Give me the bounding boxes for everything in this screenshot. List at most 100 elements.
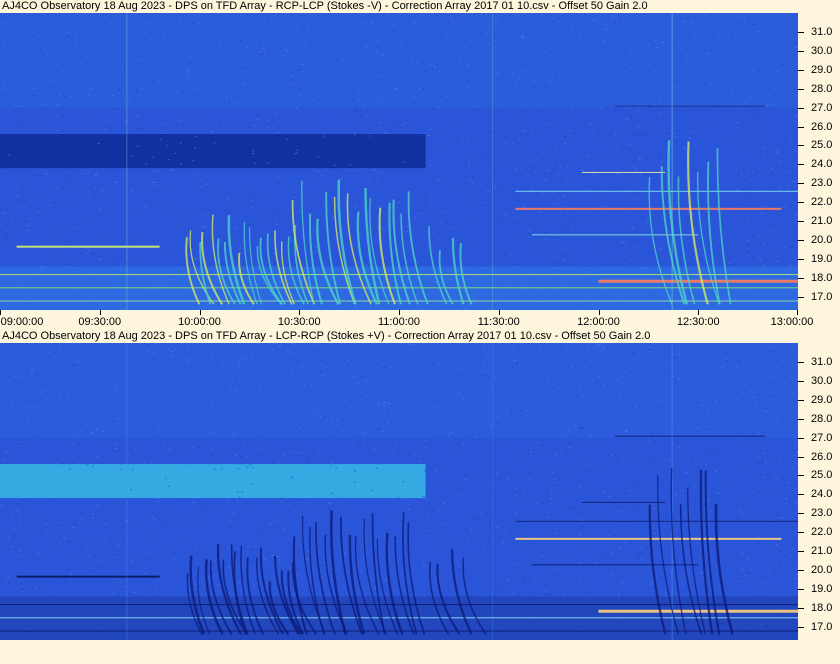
- noise-speck: [268, 529, 271, 531]
- noise-speck: [78, 476, 81, 477]
- noise-speck: [19, 513, 22, 515]
- noise-speck: [210, 193, 213, 194]
- rfi-line: [515, 207, 782, 210]
- noise-speck: [564, 60, 567, 62]
- noise-speck: [439, 436, 442, 438]
- noise-speck: [103, 146, 106, 148]
- noise-speck: [76, 389, 78, 390]
- noise-speck: [113, 390, 116, 392]
- noise-speck: [791, 548, 794, 550]
- noise-speck: [34, 149, 37, 151]
- noise-speck: [292, 352, 295, 354]
- noise-speck: [742, 392, 745, 394]
- noise-speck: [532, 44, 535, 46]
- noise-speck: [685, 218, 688, 220]
- noise-speck: [153, 540, 156, 542]
- noise-speck: [291, 84, 294, 86]
- noise-speck: [629, 215, 632, 217]
- noise-speck: [579, 534, 582, 536]
- noise-speck: [743, 195, 745, 197]
- noise-speck: [650, 432, 653, 434]
- noise-speck: [405, 229, 407, 231]
- noise-speck: [321, 131, 324, 133]
- noise-speck: [31, 368, 33, 369]
- noise-speck: [429, 204, 432, 206]
- noise-speck: [655, 459, 658, 461]
- noise-speck: [478, 90, 481, 92]
- noise-speck: [735, 381, 738, 383]
- noise-speck: [518, 192, 520, 194]
- noise-speck: [494, 186, 496, 188]
- noise-speck: [183, 519, 186, 521]
- noise-speck: [36, 374, 39, 376]
- noise-speck: [123, 425, 126, 427]
- noise-speck: [367, 33, 370, 35]
- noise-speck: [687, 571, 689, 573]
- noise-speck: [741, 133, 744, 135]
- noise-speck: [794, 46, 797, 48]
- noise-speck: [195, 258, 198, 260]
- noise-speck: [200, 179, 203, 181]
- noise-speck: [225, 98, 228, 100]
- noise-speck: [664, 356, 667, 358]
- noise-speck: [683, 20, 686, 22]
- noise-speck: [89, 195, 91, 197]
- noise-speck: [573, 223, 576, 224]
- noise-speck: [729, 262, 731, 264]
- noise-speck: [2, 167, 5, 169]
- noise-speck: [443, 502, 446, 504]
- noise-speck: [38, 174, 41, 176]
- noise-speck: [227, 452, 230, 453]
- noise-speck: [210, 75, 212, 77]
- noise-speck: [634, 573, 637, 575]
- noise-speck: [715, 399, 718, 401]
- noise-speck: [377, 403, 380, 405]
- noise-speck: [726, 358, 729, 360]
- noise-speck: [343, 400, 346, 402]
- noise-speck: [227, 499, 230, 501]
- noise-speck: [377, 34, 380, 36]
- noise-speck: [189, 57, 192, 59]
- noise-speck: [312, 488, 315, 490]
- noise-speck: [605, 24, 608, 26]
- noise-speck: [758, 459, 760, 461]
- noise-speck: [748, 429, 751, 431]
- noise-speck: [592, 132, 595, 134]
- spectrogram-image: [0, 13, 798, 310]
- noise-speck: [569, 533, 572, 535]
- noise-speck: [181, 367, 184, 369]
- noise-speck: [611, 455, 614, 457]
- noise-speck: [80, 518, 83, 520]
- noise-speck: [546, 517, 549, 519]
- noise-speck: [329, 437, 332, 439]
- noise-speck: [569, 443, 572, 445]
- noise-speck: [544, 51, 547, 53]
- noise-speck: [425, 70, 427, 72]
- noise-speck: [474, 436, 477, 438]
- noise-speck: [603, 554, 606, 556]
- noise-speck: [347, 363, 350, 365]
- y-tick-label: 29.0: [811, 393, 833, 406]
- y-tick: [798, 570, 804, 571]
- noise-speck: [23, 542, 26, 543]
- noise-speck: [504, 254, 507, 255]
- noise-speck: [685, 472, 688, 473]
- noise-speck: [657, 152, 660, 154]
- noise-speck: [434, 66, 437, 68]
- noise-speck: [548, 173, 551, 175]
- noise-speck: [177, 210, 180, 212]
- noise-speck: [494, 387, 497, 389]
- noise-speck: [570, 108, 573, 109]
- noise-speck: [610, 132, 613, 134]
- noise-speck: [157, 416, 160, 418]
- noise-speck: [365, 380, 368, 382]
- noise-speck: [584, 13, 587, 15]
- noise-speck: [349, 218, 352, 220]
- noise-speck: [499, 129, 502, 131]
- noise-speck: [406, 63, 409, 65]
- noise-speck: [20, 108, 23, 110]
- noise-speck: [101, 238, 104, 240]
- noise-speck: [389, 549, 392, 551]
- noise-speck: [780, 169, 783, 171]
- noise-speck: [304, 571, 307, 573]
